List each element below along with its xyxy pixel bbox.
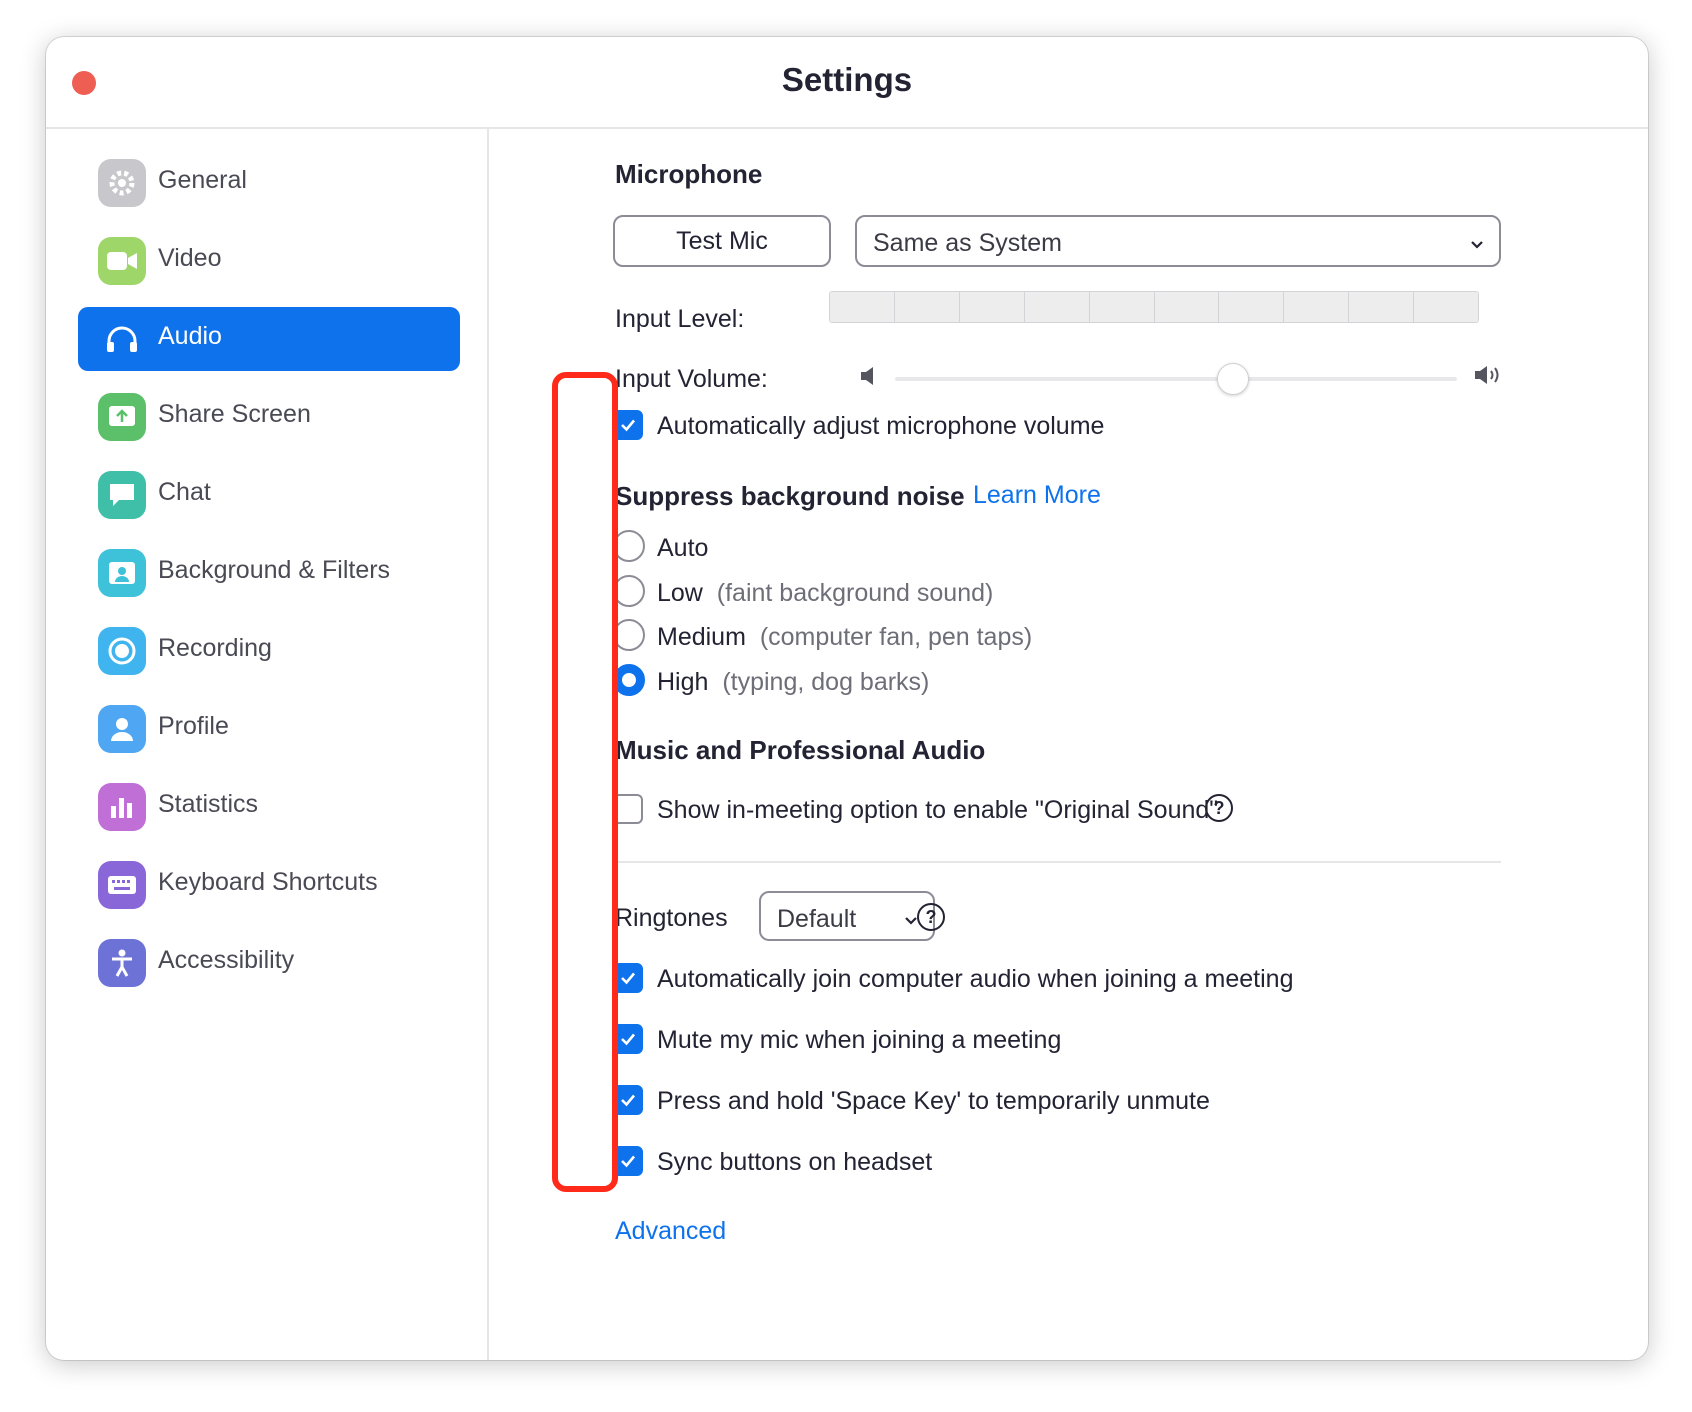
level-segment [1219, 292, 1285, 322]
sidebar-item-background-filters[interactable]: Background & Filters [78, 541, 460, 605]
sidebar-item-keyboard-shortcuts[interactable]: Keyboard Shortcuts [78, 853, 460, 917]
space-to-unmute-checkbox[interactable] [613, 1085, 643, 1115]
chat-bubble-icon [98, 471, 146, 519]
noise-option-label: High (typing, dog barks) [657, 668, 929, 697]
sidebar-item-statistics[interactable]: Statistics [78, 775, 460, 839]
noise-medium-radio[interactable] [613, 619, 645, 651]
headphones-icon [98, 315, 146, 363]
record-icon [98, 627, 146, 675]
level-segment [1349, 292, 1415, 322]
advanced-link[interactable]: Advanced [615, 1217, 726, 1246]
ringtones-value: Default [777, 905, 857, 933]
noise-option-hint: (computer fan, pen taps) [759, 623, 1033, 651]
ringtones-label: Ringtones [615, 904, 728, 932]
sidebar-item-label: Background & Filters [158, 556, 391, 584]
input-volume-label: Input Volume: [615, 365, 768, 393]
original-sound-checkbox[interactable] [613, 794, 643, 824]
noise-auto-radio[interactable] [613, 530, 645, 562]
input-volume-slider-thumb[interactable] [1217, 363, 1250, 395]
sidebar-item-audio[interactable]: Audio [78, 307, 460, 371]
title-bar: Settings [46, 37, 1648, 129]
auto-adjust-volume-checkbox[interactable] [613, 410, 643, 440]
auto-join-audio-checkbox[interactable] [613, 963, 643, 993]
microphone-device-select[interactable]: Same as System [855, 215, 1501, 267]
sidebar-item-label: Statistics [158, 790, 259, 818]
chevron-down-icon [903, 907, 919, 936]
noise-low-radio[interactable] [613, 575, 645, 607]
level-segment [1024, 292, 1090, 322]
noise-option-label: Medium (computer fan, pen taps) [657, 623, 1032, 652]
sidebar-item-label: Keyboard Shortcuts [158, 868, 378, 896]
level-segment [1089, 292, 1155, 322]
noise-option-hint: (typing, dog barks) [722, 668, 930, 696]
level-segment [894, 292, 960, 322]
input-level-meter [829, 291, 1479, 323]
audio-settings-panel: Microphone Test Mic Same as System Input… [489, 129, 1648, 1360]
share-screen-icon [98, 393, 146, 441]
sidebar-item-label: General [158, 166, 247, 194]
sidebar-item-recording[interactable]: Recording [78, 619, 460, 683]
sidebar-item-label: Chat [158, 478, 211, 506]
level-segment [1414, 292, 1478, 322]
sidebar-item-share-screen[interactable]: Share Screen [78, 385, 460, 449]
help-icon[interactable]: ? [1205, 794, 1233, 822]
input-volume-slider[interactable] [895, 363, 1457, 395]
section-divider [613, 861, 1501, 863]
chevron-down-icon [1469, 231, 1485, 260]
sync-headset-label: Sync buttons on headset [657, 1148, 933, 1176]
level-segment [830, 292, 895, 322]
volume-high-icon[interactable] [1473, 363, 1503, 392]
sidebar-item-accessibility[interactable]: Accessibility [78, 931, 460, 995]
statistics-bars-icon [98, 783, 146, 831]
sidebar-item-chat[interactable]: Chat [78, 463, 460, 527]
sync-headset-checkbox[interactable] [613, 1146, 643, 1176]
sidebar-item-general[interactable]: General [78, 151, 460, 215]
sidebar-item-label: Recording [158, 634, 272, 662]
noise-option-name: Medium [657, 623, 746, 651]
sidebar-item-profile[interactable]: Profile [78, 697, 460, 761]
learn-more-link[interactable]: Learn More [973, 481, 1101, 510]
mute-mic-on-join-label: Mute my mic when joining a meeting [657, 1026, 1062, 1054]
suppress-noise-section-title: Suppress background noise [615, 481, 965, 511]
video-camera-icon [98, 237, 146, 285]
sidebar-item-label: Video [158, 244, 222, 272]
noise-option-label: Auto [657, 534, 708, 563]
ringtones-select[interactable]: Default [759, 891, 935, 941]
test-mic-button[interactable]: Test Mic [613, 215, 831, 267]
sidebar-item-label: Share Screen [158, 400, 311, 428]
noise-option-name: Auto [657, 534, 709, 562]
level-segment [1284, 292, 1350, 322]
input-level-label: Input Level: [615, 305, 745, 333]
settings-window: Settings General Video Audio Share Scree… [46, 37, 1648, 1360]
noise-high-radio[interactable] [613, 664, 645, 696]
background-person-icon [98, 549, 146, 597]
help-icon[interactable]: ? [917, 903, 945, 931]
sidebar-item-label: Profile [158, 712, 229, 740]
microphone-device-value: Same as System [873, 229, 1062, 257]
music-audio-section-title: Music and Professional Audio [615, 735, 986, 765]
level-segment [1154, 292, 1220, 322]
microphone-section-title: Microphone [615, 159, 763, 189]
level-segment [959, 292, 1025, 322]
keyboard-icon [98, 861, 146, 909]
noise-option-hint: (faint background sound) [716, 579, 994, 607]
sidebar: General Video Audio Share Screen Chat Ba… [46, 129, 489, 1360]
gear-icon [98, 159, 146, 207]
auto-join-audio-label: Automatically join computer audio when j… [657, 965, 1294, 993]
window-title: Settings [781, 61, 913, 98]
noise-option-label: Low (faint background sound) [657, 579, 993, 608]
profile-person-icon [98, 705, 146, 753]
sidebar-item-label: Audio [158, 322, 222, 350]
original-sound-label: Show in-meeting option to enable "Origin… [657, 796, 1219, 824]
auto-adjust-volume-label: Automatically adjust microphone volume [657, 412, 1105, 440]
noise-option-name: High [657, 668, 709, 696]
accessibility-icon [98, 939, 146, 987]
space-to-unmute-label: Press and hold 'Space Key' to temporaril… [657, 1087, 1210, 1115]
mute-mic-on-join-checkbox[interactable] [613, 1024, 643, 1054]
sidebar-item-video[interactable]: Video [78, 229, 460, 293]
noise-option-name: Low [657, 579, 703, 607]
sidebar-item-label: Accessibility [158, 946, 295, 974]
volume-low-icon[interactable] [859, 365, 879, 392]
